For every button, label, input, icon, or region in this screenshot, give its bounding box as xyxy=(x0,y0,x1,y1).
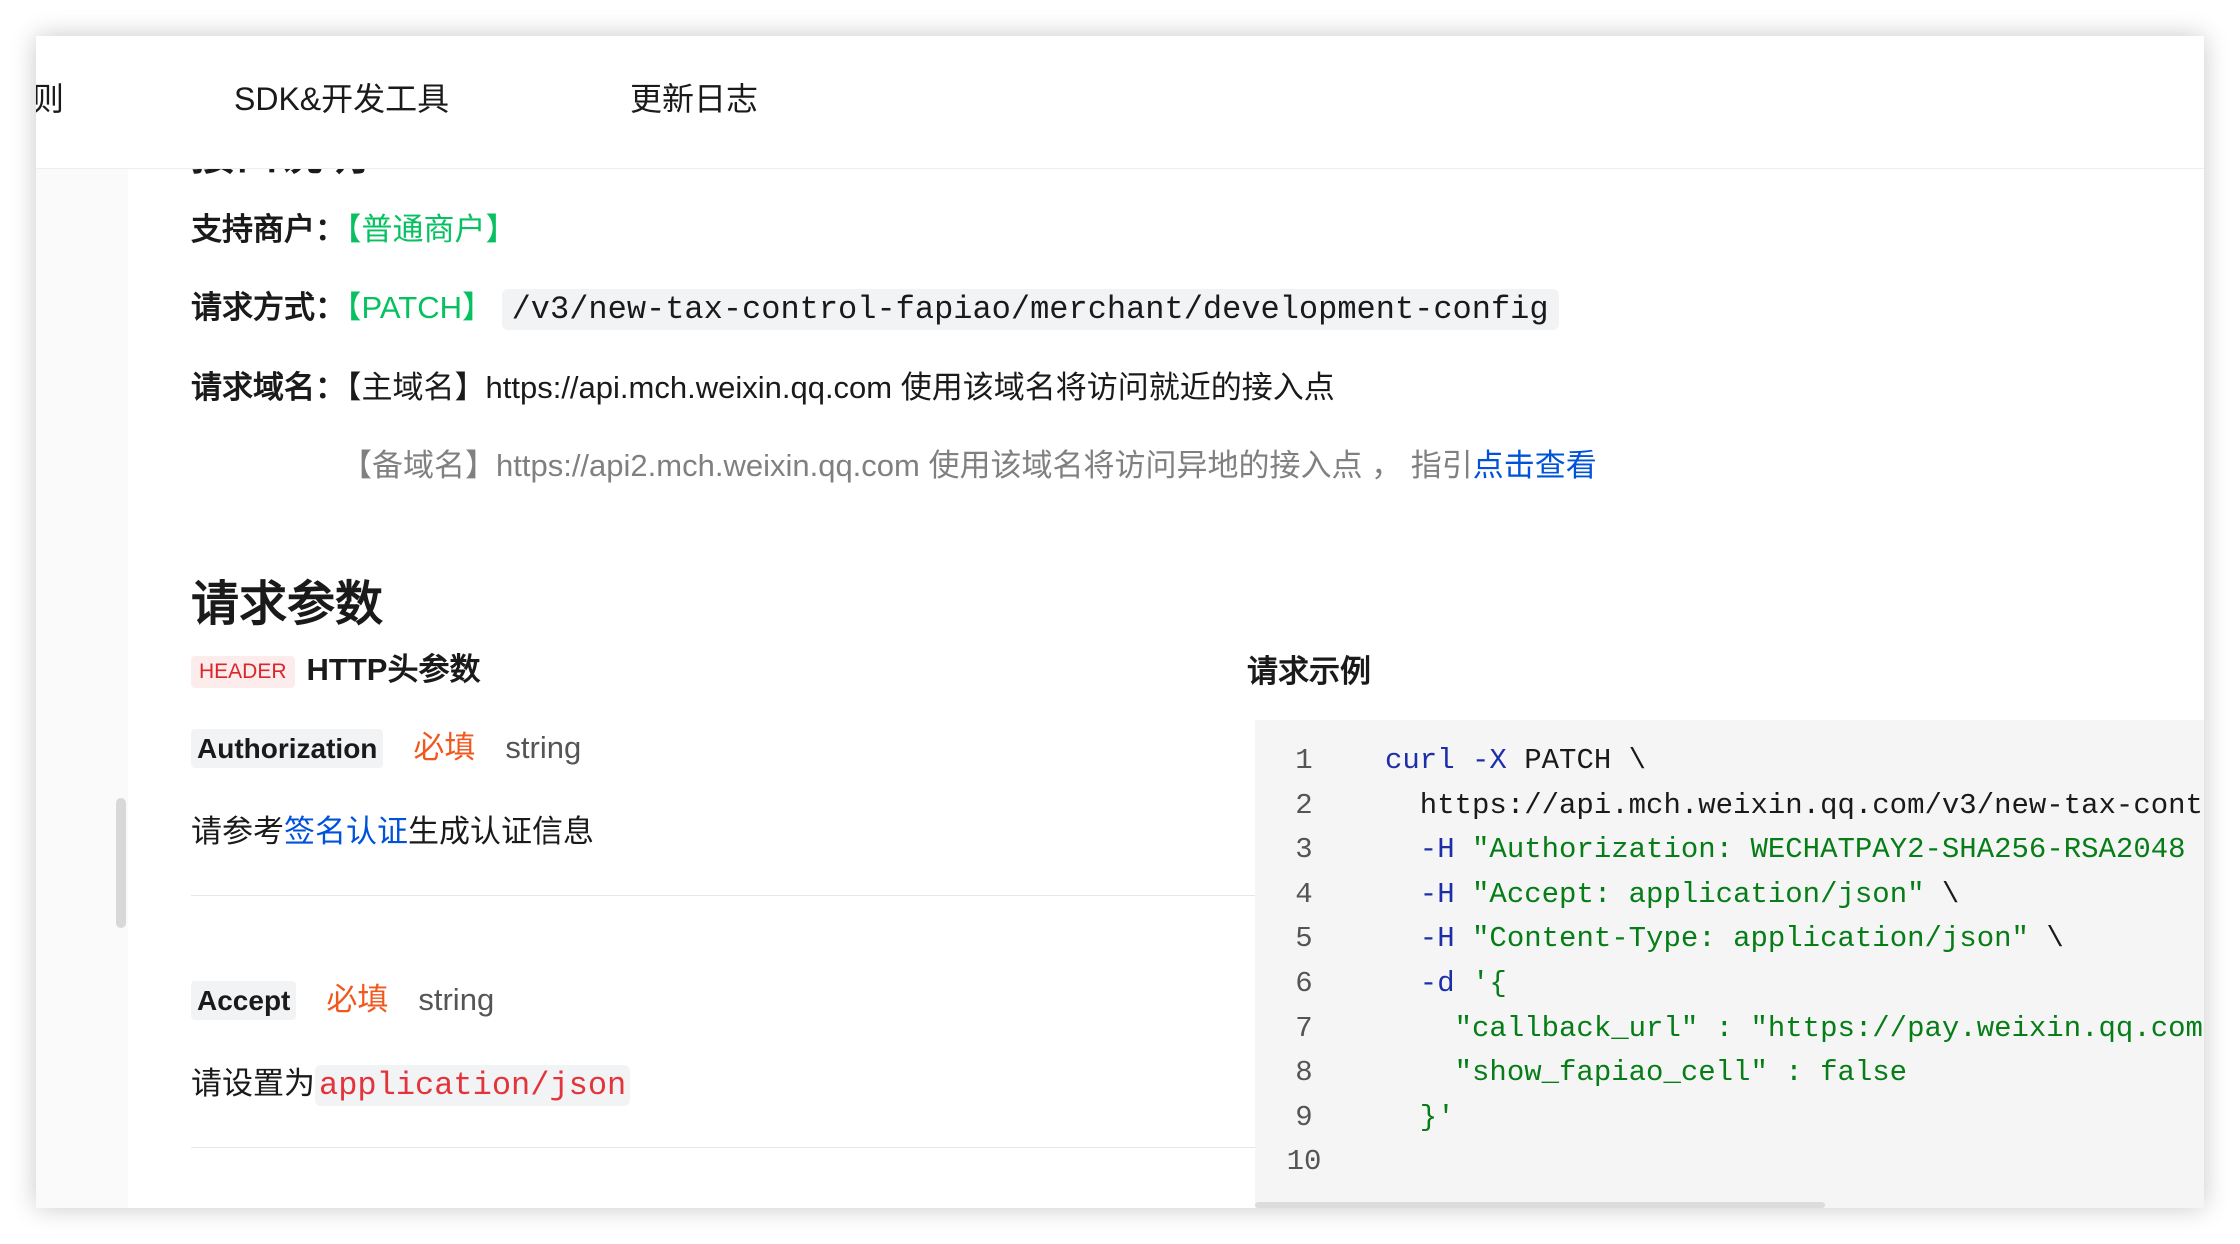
code-horizontal-scrollbar[interactable] xyxy=(1255,1202,1825,1208)
signature-auth-link[interactable]: 签名认证 xyxy=(284,814,408,849)
param-divider xyxy=(191,895,1283,896)
param-required: 必填 xyxy=(413,730,476,765)
nav-item-sdk[interactable]: SDK&开发工具 xyxy=(234,74,449,120)
param-name: Accept xyxy=(191,981,297,1020)
backup-domain-desc: 使用该域名将访问异地的接入点 ， 指引 xyxy=(919,448,1473,483)
domain-row: 请求域名：【主域名】https://api.mch.weixin.qq.com … xyxy=(191,362,1335,407)
method-label: 请求方式： xyxy=(191,290,346,325)
primary-domain-url: https://api.mch.weixin.qq.com xyxy=(485,370,893,405)
nav-item-cut[interactable]: 则 xyxy=(36,74,64,120)
nav-item-changelog[interactable]: 更新日志 xyxy=(630,74,758,120)
method-value: 【PATCH】 xyxy=(346,290,493,325)
param-type: string xyxy=(418,982,495,1017)
primary-domain-desc: 使用该域名将访问就近的接入点 xyxy=(892,370,1335,405)
backup-domain-url: https://api2.mch.weixin.qq.com xyxy=(496,448,920,483)
request-params-title: 请求参数 xyxy=(191,578,384,631)
header-params-title: HTTP头参数 xyxy=(306,652,481,687)
sidebar-rail xyxy=(36,168,128,1208)
browser-window: 则 SDK&开发工具 更新日志 接口说明 支持商户：【普通商户】 请求方式：【P… xyxy=(36,36,2204,1208)
sidebar-scrollbar[interactable] xyxy=(116,798,126,928)
param-accept-row: Accept 必填 string xyxy=(191,974,495,1020)
param-name: Authorization xyxy=(191,729,384,768)
header-params-heading: HEADER HTTP头参数 xyxy=(191,644,480,689)
param-accept-desc: 请设置为 application/json xyxy=(191,1058,631,1106)
param-authorization-desc: 请参考签名认证生成认证信息 xyxy=(191,814,594,849)
param-type: string xyxy=(505,730,582,765)
backup-domain-link[interactable]: 点击查看 xyxy=(1473,448,1597,483)
primary-domain-tag: 【主域名】 xyxy=(346,370,486,405)
domain-label: 请求域名： xyxy=(191,370,346,405)
header-tag-badge: HEADER xyxy=(191,655,295,688)
accept-value-code: application/json xyxy=(315,1065,631,1106)
top-navigation: 则 SDK&开发工具 更新日志 xyxy=(36,36,2204,169)
endpoint-path: /v3/new-tax-control-fapiao/merchant/deve… xyxy=(501,289,1559,330)
request-example-title: 请求示例 xyxy=(1247,654,1371,689)
param-divider xyxy=(191,1147,1283,1148)
method-row: 请求方式：【PATCH】 /v3/new-tax-control-fapiao/… xyxy=(191,282,1559,330)
code-example-block[interactable]: 1 curl -X PATCH \ 2 https://api.mch.weixi… xyxy=(1255,720,2204,1208)
backup-domain-tag: 【备域名】 xyxy=(341,448,496,483)
param-required: 必填 xyxy=(326,982,389,1017)
merchant-value: 【普通商户】 xyxy=(346,212,517,247)
merchant-label: 支持商户： xyxy=(191,212,346,247)
backup-domain-row: 【备域名】https://api2.mch.weixin.qq.com 使用该域… xyxy=(341,440,1597,485)
merchant-row: 支持商户：【普通商户】 xyxy=(191,204,517,249)
param-authorization-row: Authorization 必填 string xyxy=(191,722,582,768)
